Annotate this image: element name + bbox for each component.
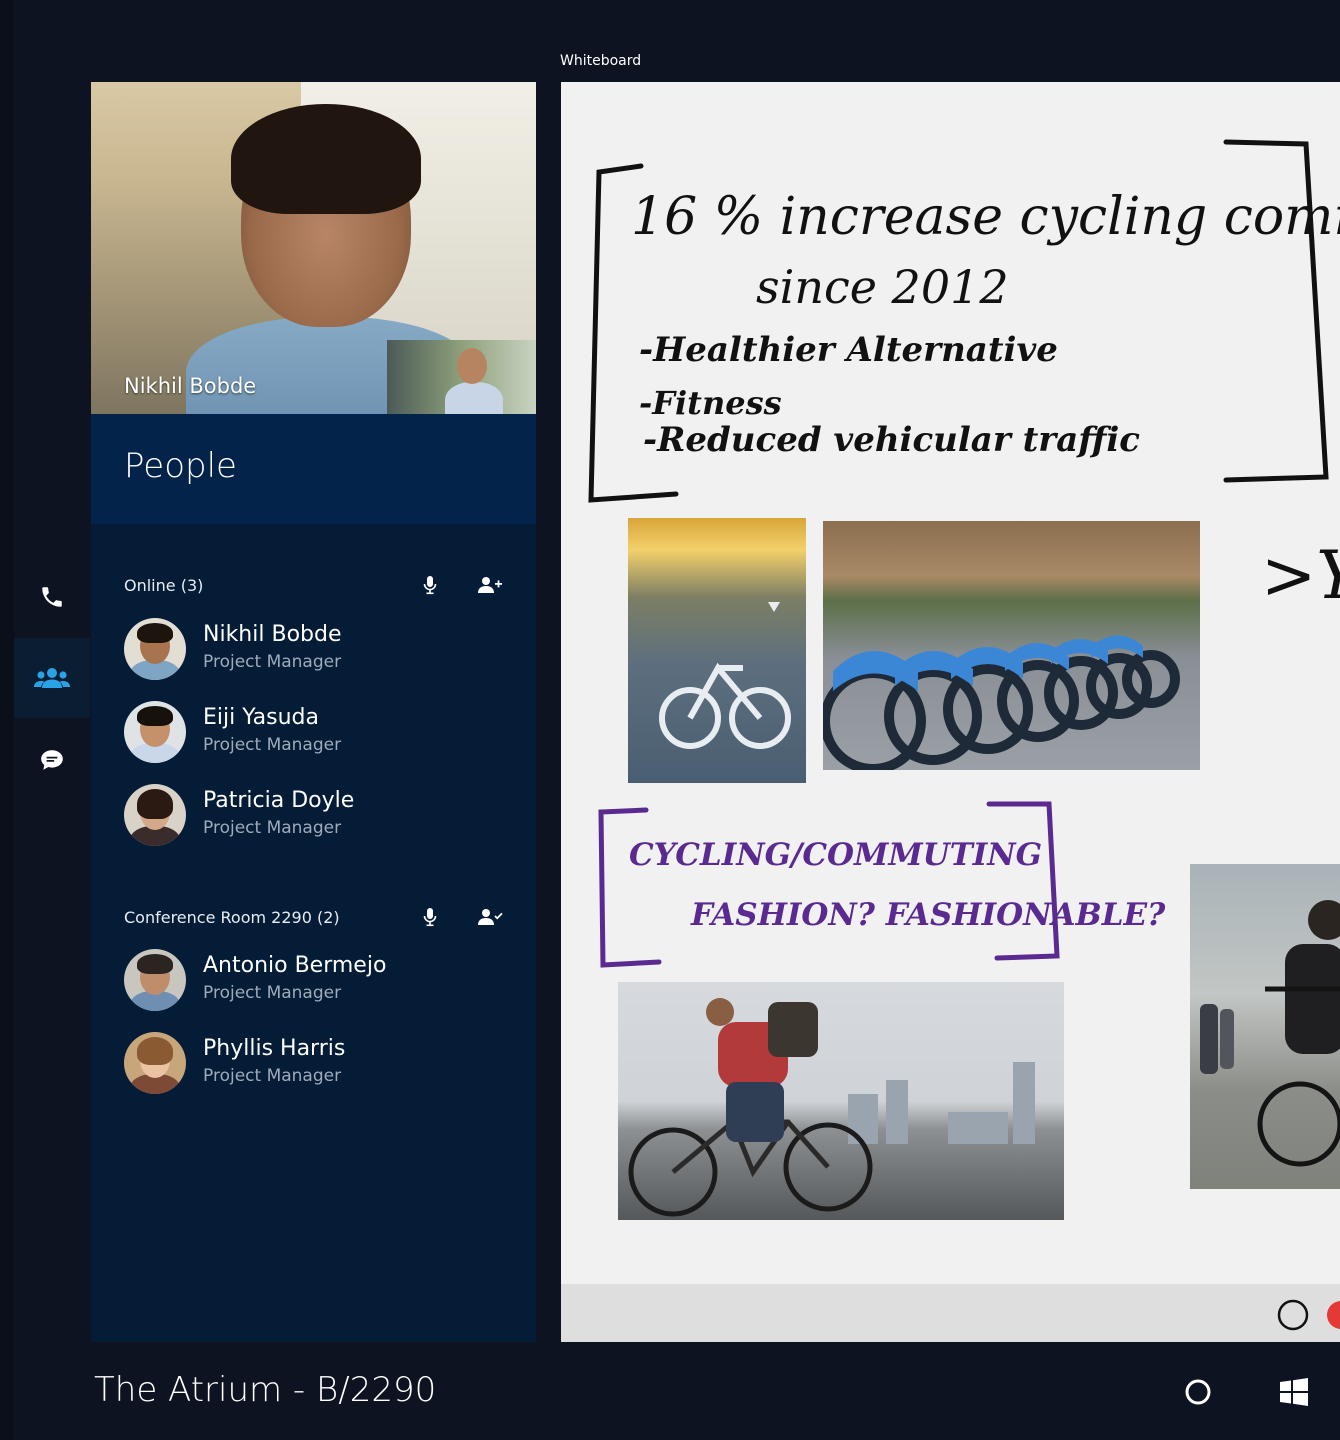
group-header-conference-room: Conference Room 2290 (2) xyxy=(124,904,524,934)
cyclist-scene xyxy=(628,998,1035,1217)
phone-icon xyxy=(42,587,62,607)
avatar-hair xyxy=(137,706,173,726)
whiteboard-canvas[interactable]: 16 % increase cycling commuters since 20… xyxy=(561,82,1340,1342)
meeting-screen: Nikhil Bobde People Online (3) Nikhil Bo… xyxy=(0,0,1340,1440)
cortana-circle-icon xyxy=(1185,1379,1211,1405)
group-header-online: Online (3) xyxy=(124,572,524,602)
ink-purple-line: CYCLING/COMMUTING xyxy=(629,837,1043,873)
cortana-button[interactable] xyxy=(1178,1372,1218,1412)
avatar xyxy=(124,949,186,1011)
participant-role: Project Manager xyxy=(203,1066,342,1086)
video-feed[interactable]: Nikhil Bobde xyxy=(91,82,536,414)
participant-row[interactable]: Eiji Yasuda Project Manager xyxy=(124,701,524,765)
participant-role: Project Manager xyxy=(203,652,342,672)
participant-row[interactable]: Patricia Doyle Project Manager xyxy=(124,784,524,848)
rail-people-button[interactable] xyxy=(14,638,90,718)
caller-hair xyxy=(231,104,421,214)
microphone-icon xyxy=(423,908,437,927)
avatar-hair xyxy=(137,1037,173,1065)
microphone-icon xyxy=(423,576,437,595)
photo-cyclist-bridge[interactable] xyxy=(618,982,1064,1220)
group-label: Online (3) xyxy=(124,576,204,595)
rail-call-button[interactable] xyxy=(14,557,90,637)
participant-name: Antonio Bermejo xyxy=(203,953,387,978)
avatar-hair xyxy=(137,954,173,974)
participant-role: Project Manager xyxy=(203,983,342,1003)
nav-rail xyxy=(14,0,90,1340)
participant-row[interactable]: Nikhil Bobde Project Manager xyxy=(124,618,524,682)
caller-name: Nikhil Bobde xyxy=(124,374,257,398)
participant-row[interactable]: Phyllis Harris Project Manager xyxy=(124,1032,524,1096)
participant-name: Eiji Yasuda xyxy=(203,705,319,730)
participant-role: Project Manager xyxy=(203,818,342,838)
avatar-hair xyxy=(137,623,173,643)
avatar-hair xyxy=(137,789,173,819)
pip-face xyxy=(457,348,487,384)
people-pane: Nikhil Bobde People Online (3) Nikhil Bo… xyxy=(91,82,536,1342)
rail-chat-button[interactable] xyxy=(14,720,90,800)
group-label: Conference Room 2290 (2) xyxy=(124,908,340,927)
self-view-pip[interactable] xyxy=(387,340,536,414)
pip-shirt xyxy=(445,382,503,414)
participant-name: Phyllis Harris xyxy=(203,1036,346,1061)
add-person-icon xyxy=(478,577,502,593)
ink-purple-line: FASHION? FASHIONABLE? xyxy=(691,897,1166,933)
person-check-icon xyxy=(478,909,503,925)
pen-black-button[interactable] xyxy=(1273,1295,1313,1335)
left-edge xyxy=(0,0,14,1440)
participant-name: Patricia Doyle xyxy=(203,788,355,813)
whiteboard-toolbar xyxy=(561,1284,1340,1342)
woman-cyclist-scene xyxy=(1200,900,1340,1167)
participant-role: Project Manager xyxy=(203,735,342,755)
admit-participant-button[interactable] xyxy=(477,904,503,930)
avatar xyxy=(124,1032,186,1094)
room-name: The Atrium - B/2290 xyxy=(94,1370,437,1410)
people-header: People xyxy=(91,414,536,524)
chat-icon xyxy=(41,750,63,770)
participant-name: Nikhil Bobde xyxy=(203,622,342,647)
photo-woman-cyclist[interactable] xyxy=(1190,864,1340,1189)
avatar xyxy=(124,701,186,763)
whiteboard-label: Whiteboard xyxy=(560,53,642,69)
people-icon xyxy=(34,668,70,688)
windows-icon xyxy=(1280,1378,1308,1406)
group-mute-button[interactable] xyxy=(417,572,443,598)
add-participant-button[interactable] xyxy=(477,572,503,598)
people-title: People xyxy=(124,446,237,486)
avatar xyxy=(124,784,186,846)
start-button[interactable] xyxy=(1274,1372,1314,1412)
group-mute-button[interactable] xyxy=(417,904,443,930)
participant-row[interactable]: Antonio Bermejo Project Manager xyxy=(124,949,524,1013)
pen-red-button[interactable] xyxy=(1321,1295,1340,1335)
avatar xyxy=(124,618,186,680)
